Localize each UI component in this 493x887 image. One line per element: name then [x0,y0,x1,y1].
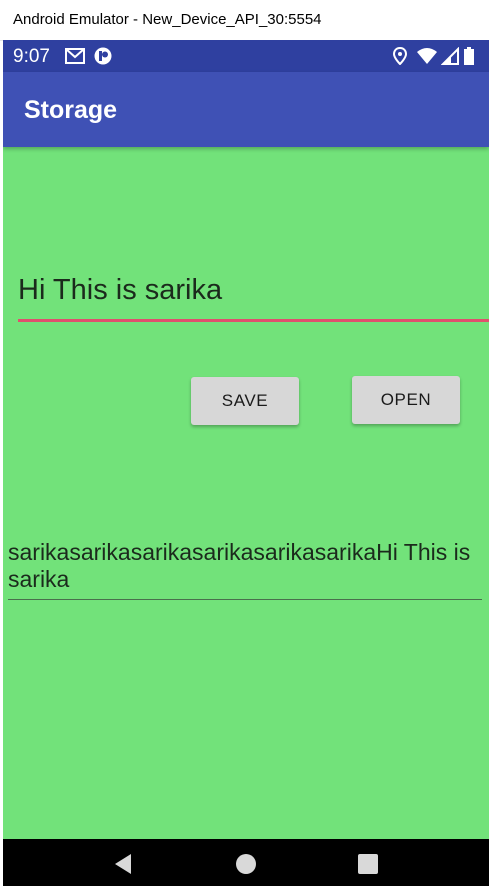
app-title: Storage [24,96,118,124]
main-content: SAVE OPEN sarikasarikasarikasarikasarika… [3,147,489,839]
gmail-icon [65,47,85,65]
open-button[interactable]: OPEN [352,376,460,424]
text-input-field[interactable] [18,265,489,322]
emulator-window: Android Emulator - New_Device_API_30:555… [0,0,493,887]
window-edge [489,40,493,886]
navigation-bar [3,839,489,886]
app-bar: Storage [3,72,489,147]
output-text: sarikasarikasarikasarikasarikasarikaHi T… [8,539,482,600]
app-notification-icon [93,47,113,65]
status-bar: 9:07 [3,40,489,72]
status-time: 9:07 [13,46,50,67]
recents-icon[interactable] [355,851,381,877]
window-title: Android Emulator - New_Device_API_30:555… [13,11,322,28]
save-button[interactable]: SAVE [191,377,299,425]
location-icon [390,46,410,66]
back-icon[interactable] [111,851,137,877]
signal-icon [440,46,461,65]
window-titlebar[interactable]: Android Emulator - New_Device_API_30:555… [0,0,493,41]
home-icon[interactable] [233,851,259,877]
wifi-icon [417,47,437,65]
battery-icon [463,47,475,65]
device-screen: 9:07 Storage Hi This is sarika SAVE OPEN… [3,40,489,886]
